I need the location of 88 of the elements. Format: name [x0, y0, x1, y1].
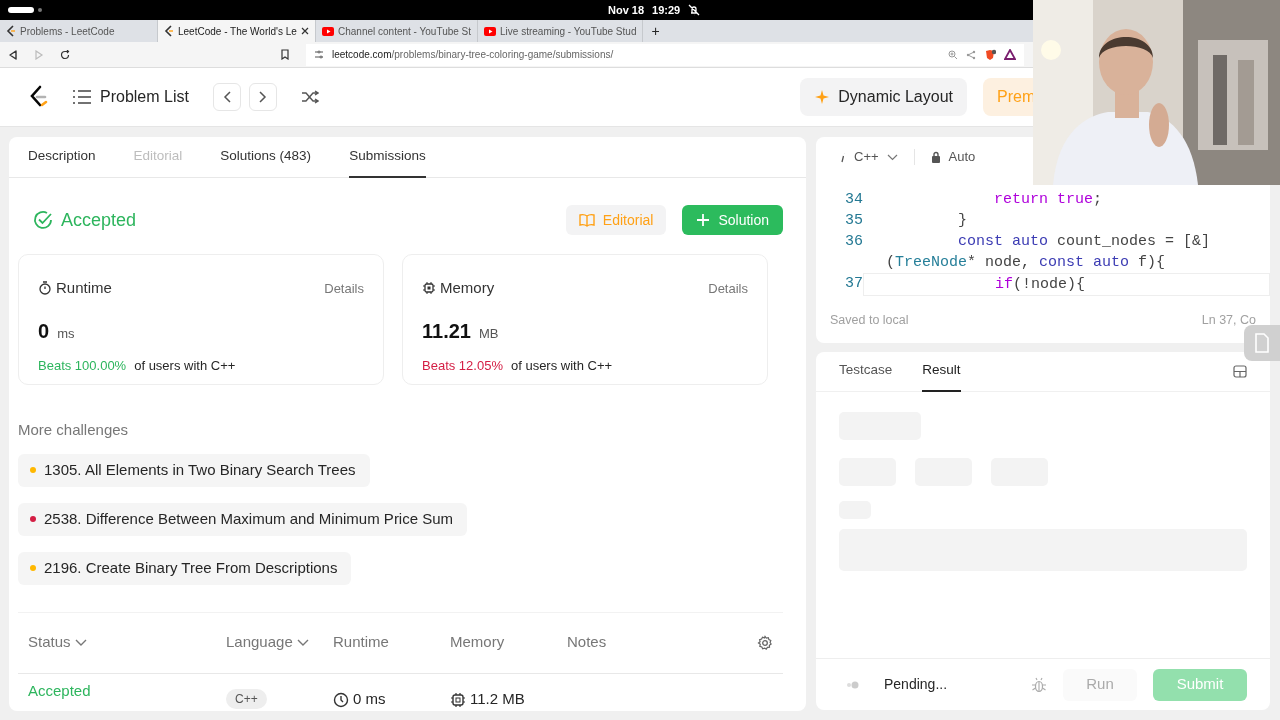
challenge-link[interactable]: 2196. Create Binary Tree From Descriptions — [18, 551, 352, 585]
chip-icon — [422, 281, 436, 296]
stat-unit: MB — [478, 324, 499, 343]
close-icon[interactable] — [301, 27, 309, 35]
line-number: 37 — [844, 274, 863, 294]
new-tab-button[interactable]: + — [643, 20, 668, 42]
play-icon — [484, 26, 497, 36]
challenge-link[interactable]: 2538. Difference Between Maximum and Minimum Price Sum — [18, 502, 468, 536]
logo-icon — [164, 25, 174, 37]
save-status: Saved to local — [830, 311, 909, 329]
shuffle-icon[interactable] — [300, 90, 319, 104]
play-icon — [322, 26, 334, 36]
bookmark-icon[interactable] — [280, 49, 290, 60]
cursor-position: Ln 37, Co — [1201, 311, 1256, 329]
clock-date: Nov 18 — [608, 2, 645, 18]
panel-tab[interactable]: Solutions (483) — [220, 137, 312, 178]
site-settings-icon — [314, 50, 324, 59]
bell-off-icon[interactable] — [688, 4, 701, 16]
panel-tab[interactable]: Result — [922, 351, 961, 392]
column-header: Notes — [567, 632, 608, 653]
panel-tab[interactable]: Description — [28, 137, 96, 178]
browser-tab[interactable]: LeetCode - The World's Le — [158, 20, 316, 42]
lock-icon — [930, 151, 941, 163]
settings-icon[interactable] — [757, 634, 773, 651]
share-icon[interactable] — [966, 49, 976, 60]
clock-icon — [333, 691, 349, 708]
column-header: Runtime — [333, 632, 390, 653]
address-field[interactable]: leetcode.com/problems/binary-tree-coloring-game/submissions/ — [306, 43, 1024, 66]
panel-tab[interactable]: Testcase — [839, 351, 893, 392]
memory-value: 11.2 MB — [470, 689, 525, 710]
problem-list-link[interactable]: Problem List — [72, 85, 189, 109]
back-icon[interactable] — [8, 49, 18, 60]
previous-button[interactable] — [212, 83, 241, 111]
shield-icon[interactable] — [984, 48, 996, 61]
clock-time: 19:29 — [652, 2, 681, 18]
check-circle-icon — [33, 210, 53, 230]
logo-icon — [6, 25, 16, 37]
beats-percentage: Beats 100.00% — [38, 356, 127, 375]
stat-unit: ms — [57, 324, 75, 343]
panel-tab[interactable]: Submissions — [349, 137, 426, 178]
line-number: 35 — [844, 211, 863, 231]
beats-percentage: Beats 12.05% — [422, 356, 503, 375]
chevron-left-icon — [222, 91, 231, 103]
stat-title: Memory — [440, 278, 495, 298]
column-header[interactable]: Language — [226, 631, 333, 654]
stat-value: 0 — [38, 318, 50, 344]
code-line: return true; — [993, 190, 1104, 210]
beats-caption: of users with C++ — [134, 356, 236, 375]
code-line: const auto count_nodes = [&] — [957, 232, 1212, 252]
beats-caption: of users with C++ — [510, 356, 613, 375]
language-tag: C++ — [226, 689, 267, 710]
zoom-icon[interactable] — [948, 49, 958, 60]
triangle-icon[interactable] — [1004, 49, 1016, 60]
file-icon — [1254, 333, 1270, 353]
caret-icon — [886, 153, 898, 161]
code-line: } — [957, 211, 968, 231]
code-line: (TreeNode* node, const auto f){ — [885, 253, 1167, 273]
mode-selector[interactable]: Auto — [930, 147, 976, 167]
next-button[interactable] — [248, 83, 277, 111]
toggle-icon[interactable] — [846, 680, 860, 689]
caret-icon — [74, 638, 87, 647]
caret-icon — [296, 638, 309, 647]
url-text: leetcode.com/problems/binary-tree-coloring-game/submissions/ — [332, 48, 614, 62]
runtime-value: 0 ms — [353, 689, 386, 710]
layout-icon[interactable] — [1233, 365, 1247, 378]
details-link[interactable]: Details — [708, 278, 748, 298]
compiler-dropdown[interactable]: C++ — [840, 147, 898, 167]
stopwatch-icon — [38, 281, 52, 296]
dynamic-layout-button[interactable]: Dynamic Layout — [800, 78, 967, 116]
column-header: Memory — [450, 632, 506, 653]
line-number: 36 — [844, 232, 863, 252]
column-header[interactable]: Status — [28, 631, 226, 654]
stat-value: 11.21 — [422, 318, 471, 344]
details-link[interactable]: Details — [324, 278, 364, 298]
challenge-link[interactable]: 1305. All Elements in Two Binary Search Trees — [18, 453, 370, 487]
activities-icon[interactable] — [8, 6, 44, 14]
plus-icon — [696, 213, 711, 227]
line-number: 34 — [844, 190, 863, 210]
menu-icon — [72, 89, 92, 105]
status-text: Accepted — [61, 208, 137, 232]
section-title: More challenges — [18, 420, 130, 440]
run-status: Pending... — [884, 675, 948, 694]
reload-icon[interactable] — [60, 49, 70, 60]
book-icon — [578, 213, 595, 227]
stat-title: Runtime — [56, 278, 112, 298]
chevron-right-icon — [258, 91, 267, 103]
logo-icon[interactable] — [28, 85, 48, 109]
chip-icon — [450, 691, 466, 708]
